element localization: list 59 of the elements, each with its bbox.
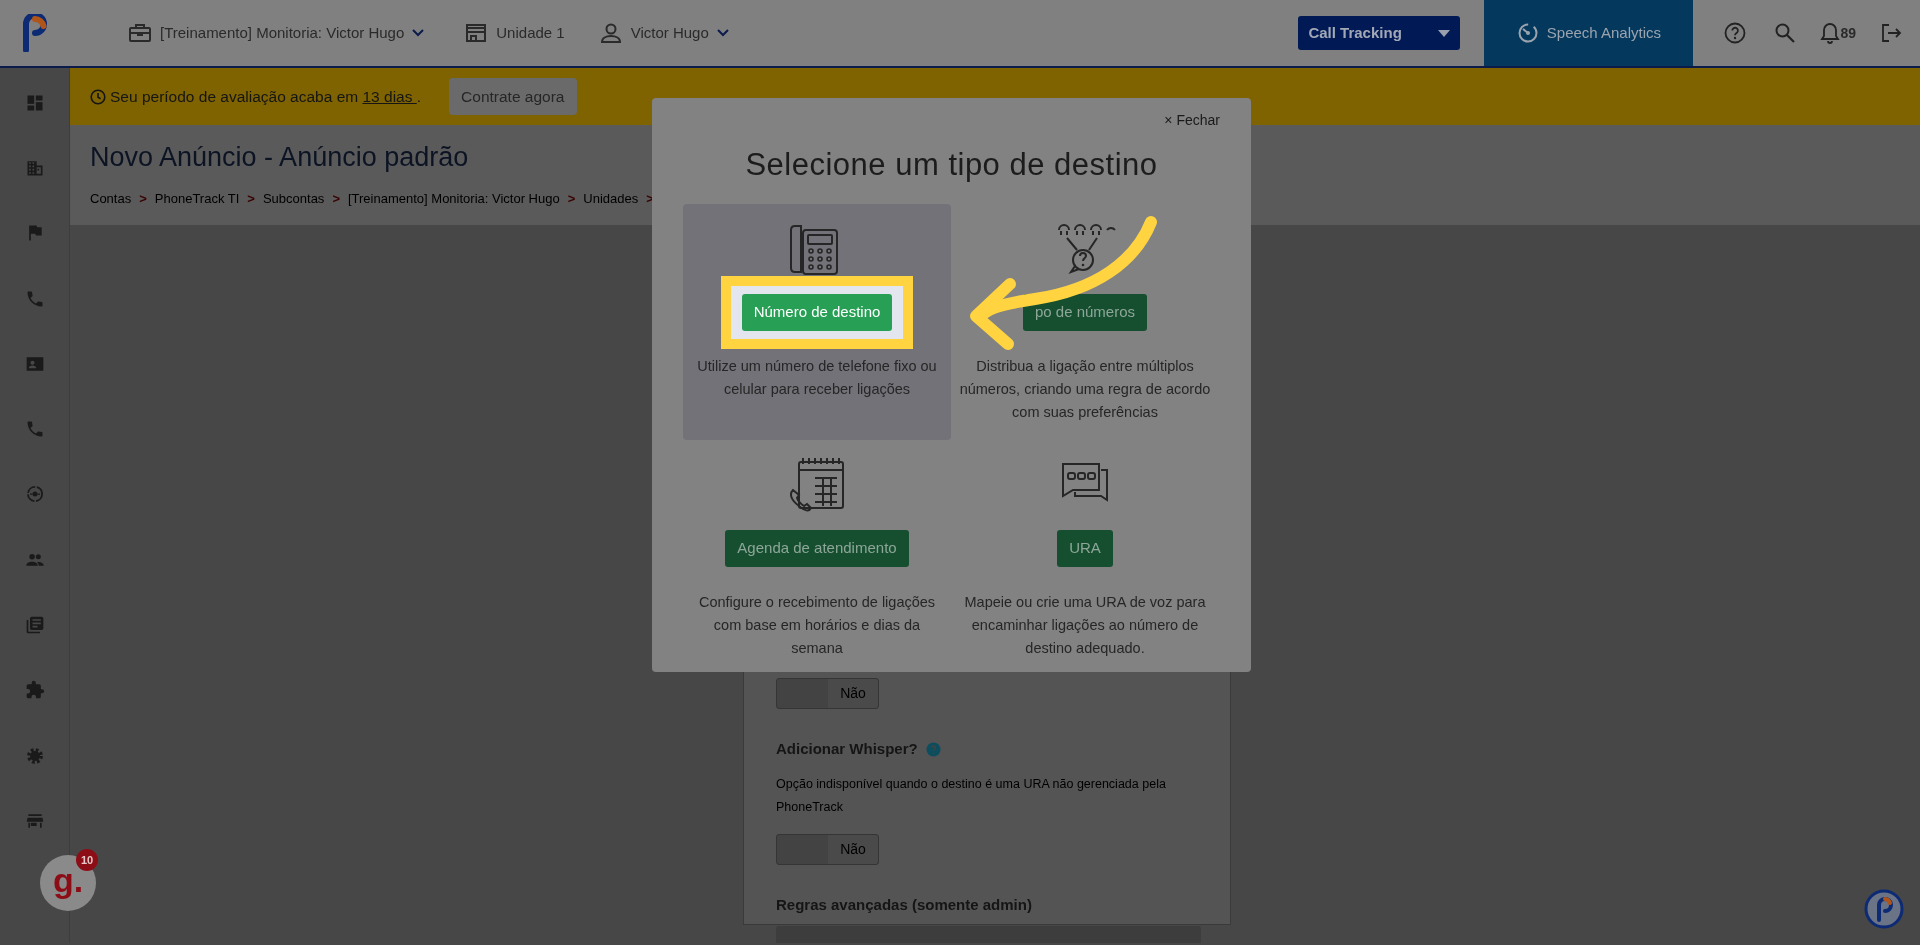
option-description: Mapeie ou crie uma URA de voz para encaminhar ligações ao número de destino adequado.	[963, 593, 1207, 658]
option-description: Utilize um número de telefone fixo ou celular para receber ligações	[696, 357, 938, 399]
page-title: Novo Anúncio - Anúncio padrão	[90, 141, 469, 174]
product-select[interactable]: Call Tracking	[1298, 16, 1461, 50]
option-description: Configure o recebimento de ligações com base em horários e dias da semana	[697, 593, 937, 658]
puzzle-icon	[25, 680, 45, 701]
account-dropdown[interactable]: [Treinamento] Monitoria: Victor Hugo	[128, 21, 425, 45]
breadcrumb-separator: >	[139, 190, 147, 209]
gauge-icon	[1516, 22, 1539, 44]
toggle-switch[interactable]: Não	[776, 678, 879, 709]
settings-icon	[25, 745, 45, 766]
unit-link[interactable]: Unidade 1	[464, 21, 565, 45]
modal-title: Selecione um tipo de destino	[744, 146, 1159, 184]
notifications-button[interactable]: 89	[1820, 22, 1856, 44]
chevron-down-icon	[412, 29, 425, 37]
chat-logo-icon[interactable]	[1864, 889, 1904, 929]
option-card[interactable]: Agenda de atendimento Configure o recebimento de ligações com base em horários e dias da semana	[683, 440, 951, 676]
target-icon	[25, 484, 45, 505]
breadcrumb-link[interactable]: Unidades	[583, 189, 639, 209]
count-badge: 10	[76, 849, 98, 871]
breadcrumb-link[interactable]: Contas	[90, 189, 132, 209]
search-icon	[1774, 22, 1797, 44]
help-icon	[1724, 22, 1747, 44]
close-button[interactable]: × Fechar	[1164, 110, 1220, 131]
chevron-down-icon	[716, 29, 729, 37]
search-button[interactable]	[1774, 22, 1797, 44]
library-icon	[25, 615, 45, 635]
option-card[interactable]: po de números Distribua a ligação entre múltiplos números, criando uma regra de acordo com suas preferências	[951, 204, 1219, 440]
breadcrumb-separator: >	[567, 190, 576, 209]
breadcrumb-link[interactable]: Subcontas	[262, 189, 325, 209]
field-label: Regras avançadas (somente admin)	[776, 894, 1032, 915]
clock-icon	[90, 88, 106, 105]
user-icon	[598, 21, 623, 45]
hint-text: Opção indisponível quando o destino é uma URA não gerenciada pela PhoneTrack	[776, 775, 1167, 816]
breadcrumb-link[interactable]: PhoneTrack TI	[154, 189, 240, 209]
breadcrumb-separator: >	[332, 190, 340, 209]
user-dropdown[interactable]: Victor Hugo	[598, 21, 729, 45]
option-button[interactable]: URA	[1057, 530, 1113, 567]
option-button[interactable]: Agenda de atendimento	[725, 530, 909, 567]
speech-analytics-tab[interactable]: Speech Analytics	[1484, 0, 1694, 66]
field-label: Adicionar Whisper?	[776, 739, 918, 759]
caret-down-icon	[1438, 29, 1451, 37]
option-card[interactable]: Número de destino Utilize um número de telefone fixo ou celular para receber ligações	[683, 204, 951, 440]
option-button[interactable]: po de números	[1022, 294, 1148, 331]
logout-icon	[1880, 22, 1902, 44]
help-button[interactable]	[1724, 22, 1747, 44]
breadcrumb-separator: >	[247, 190, 255, 209]
store-icon	[464, 21, 489, 45]
logout-button[interactable]	[1880, 22, 1902, 44]
option-description: Distribua a ligação entre múltiplos números, criando uma regra de acordo com suas preferências	[958, 357, 1212, 422]
option-card[interactable]: URA Mapeie ou crie uma URA de voz para encaminhar ligações ao número de destino adequado.	[951, 440, 1219, 676]
trial-text: Seu período de avaliação acaba em 13 dias .	[110, 86, 422, 107]
hire-button[interactable]: Contrate agora	[449, 78, 577, 115]
breadcrumb-link[interactable]: [Treinamento] Monitoria: Victor Hugo	[347, 189, 560, 209]
option-button[interactable]: Número de destino	[741, 294, 893, 331]
bell-icon	[1820, 22, 1841, 44]
briefcase-icon	[128, 21, 152, 45]
days-link[interactable]: 13 dias	[362, 87, 417, 105]
toggle-switch[interactable]: Não	[776, 833, 879, 865]
